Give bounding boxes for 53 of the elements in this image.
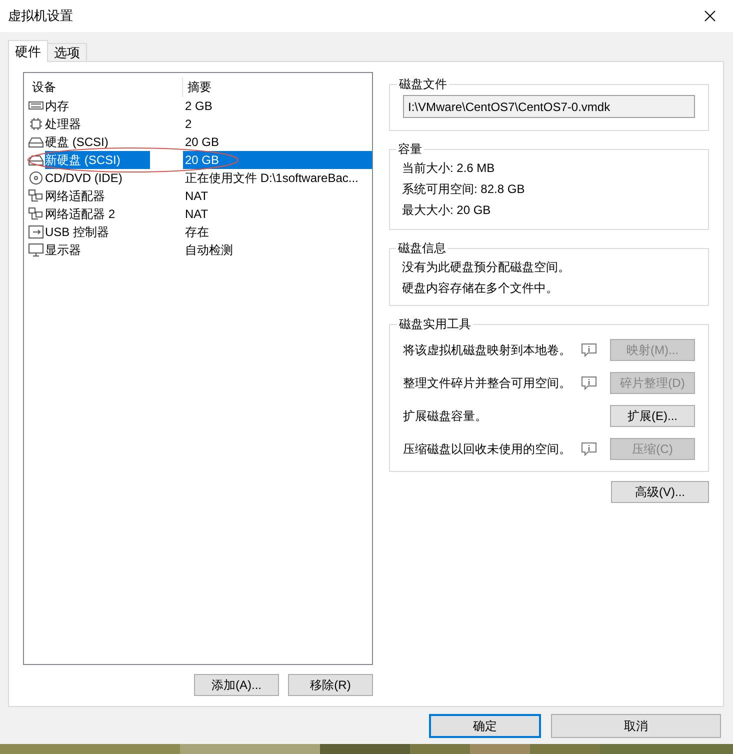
column-header: 设备 bbox=[28, 77, 183, 97]
dialog-button[interactable]: 取消 bbox=[551, 714, 721, 738]
utility-description: 将该虚拟机磁盘映射到本地卷。 bbox=[403, 342, 572, 358]
info-line: 硬盘内容存储在多个文件中。 bbox=[402, 280, 559, 297]
device-summary: 2 GB bbox=[184, 98, 214, 115]
advanced-button[interactable]: 高级(V)... bbox=[611, 481, 709, 503]
list-action-button[interactable]: 添加(A)... bbox=[194, 674, 279, 696]
device-summary: 正在使用文件 D:\1softwareBac... bbox=[184, 170, 360, 187]
group-title: 容量 bbox=[397, 141, 423, 158]
device-summary: 20 GB bbox=[184, 134, 220, 151]
tab[interactable]: 选项 bbox=[47, 43, 87, 62]
info-icon bbox=[581, 376, 597, 390]
device-summary: 2 bbox=[184, 116, 193, 133]
info-icon bbox=[581, 442, 597, 456]
group-title: 磁盘实用工具 bbox=[398, 316, 472, 333]
info-icon bbox=[581, 343, 597, 357]
network-icon bbox=[28, 189, 44, 203]
disk-file-field[interactable]: I:\VMware\CentOS7\CentOS7-0.vmdk bbox=[403, 95, 695, 118]
usb-icon bbox=[28, 225, 44, 239]
device-name[interactable]: USB 控制器 bbox=[45, 223, 110, 241]
window-title: 虚拟机设置 bbox=[8, 7, 73, 25]
utility-description: 压缩磁盘以回收未使用的空间。 bbox=[403, 440, 572, 458]
disc-icon bbox=[28, 171, 44, 185]
device-summary: NAT bbox=[184, 206, 210, 223]
group-title: 磁盘信息 bbox=[397, 240, 447, 257]
network-icon bbox=[28, 207, 44, 221]
group-title: 磁盘文件 bbox=[398, 76, 448, 93]
device-name[interactable]: 处理器 bbox=[45, 115, 81, 133]
capacity-line: 最大大小: 20 GB bbox=[402, 202, 492, 219]
close-icon bbox=[704, 10, 716, 22]
device-name[interactable]: 新硬盘 (SCSI) bbox=[45, 151, 150, 169]
device-name[interactable]: 内存 bbox=[45, 97, 69, 115]
utility-description: 整理文件碎片并整合可用空间。 bbox=[403, 374, 572, 392]
capacity-line: 当前大小: 2.6 MB bbox=[402, 160, 496, 177]
utility-description: 扩展磁盘容量。 bbox=[403, 408, 488, 424]
info-line: 没有为此硬盘预分配磁盘空间。 bbox=[402, 259, 571, 276]
device-name[interactable]: 网络适配器 2 bbox=[45, 205, 116, 223]
device-name[interactable]: 硬盘 (SCSI) bbox=[45, 133, 108, 151]
device-summary: NAT bbox=[184, 188, 210, 205]
column-header: 摘要 bbox=[186, 79, 213, 96]
chip-icon bbox=[28, 117, 44, 131]
device-name[interactable]: 网络适配器 bbox=[45, 187, 105, 205]
device-summary: 自动检测 bbox=[184, 242, 234, 259]
monitor-icon bbox=[28, 243, 44, 257]
utility-button[interactable]: 扩展(E)... bbox=[610, 405, 695, 427]
device-name[interactable]: 显示器 bbox=[45, 241, 81, 259]
device-summary: 20 GB bbox=[183, 151, 372, 169]
device-summary: 存在 bbox=[184, 224, 210, 241]
capacity-line: 系统可用空间: 82.8 GB bbox=[402, 181, 526, 198]
device-name[interactable]: CD/DVD (IDE) bbox=[45, 169, 122, 187]
tab[interactable]: 硬件 bbox=[8, 40, 48, 62]
dialog-button[interactable]: 确定 bbox=[429, 714, 541, 738]
list-action-button[interactable]: 移除(R) bbox=[288, 674, 373, 696]
